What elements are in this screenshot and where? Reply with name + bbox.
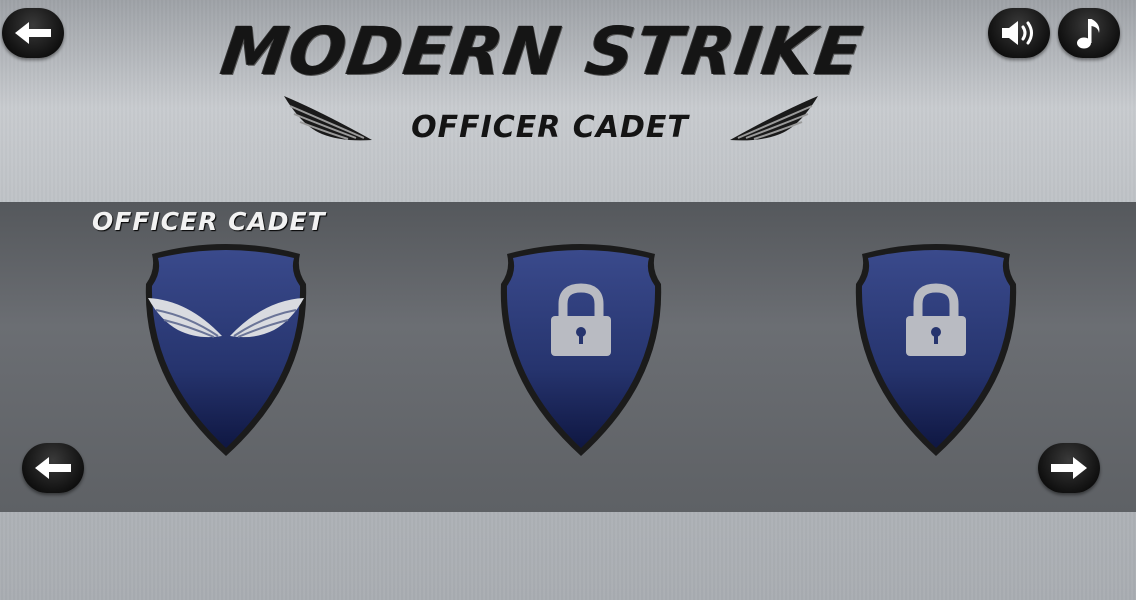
rank-shield-locked[interactable] xyxy=(848,240,1024,460)
rank-subtitle: OFFICER CADET xyxy=(411,110,689,145)
arrow-left-icon xyxy=(35,457,71,479)
selected-rank-label: OFFICER CADET xyxy=(92,207,326,236)
sound-button[interactable] xyxy=(988,8,1050,58)
rank-shield-locked[interactable] xyxy=(493,240,669,460)
music-note-icon xyxy=(1077,19,1100,49)
rank-shield-unlocked[interactable] xyxy=(138,240,314,460)
shield-icon xyxy=(855,244,1017,456)
back-button[interactable] xyxy=(2,8,64,58)
next-rank-button[interactable] xyxy=(1038,443,1100,493)
left-wing-icon xyxy=(284,96,372,141)
shield-icon xyxy=(500,244,662,456)
shield-icon xyxy=(145,244,307,456)
previous-rank-button[interactable] xyxy=(22,443,84,493)
music-button[interactable] xyxy=(1058,8,1120,58)
right-wing-icon xyxy=(730,96,818,141)
arrow-right-icon xyxy=(1051,457,1087,479)
arrow-left-icon xyxy=(15,22,51,44)
speaker-icon xyxy=(1002,21,1033,45)
game-title: MODERN STRIKE xyxy=(216,13,869,90)
